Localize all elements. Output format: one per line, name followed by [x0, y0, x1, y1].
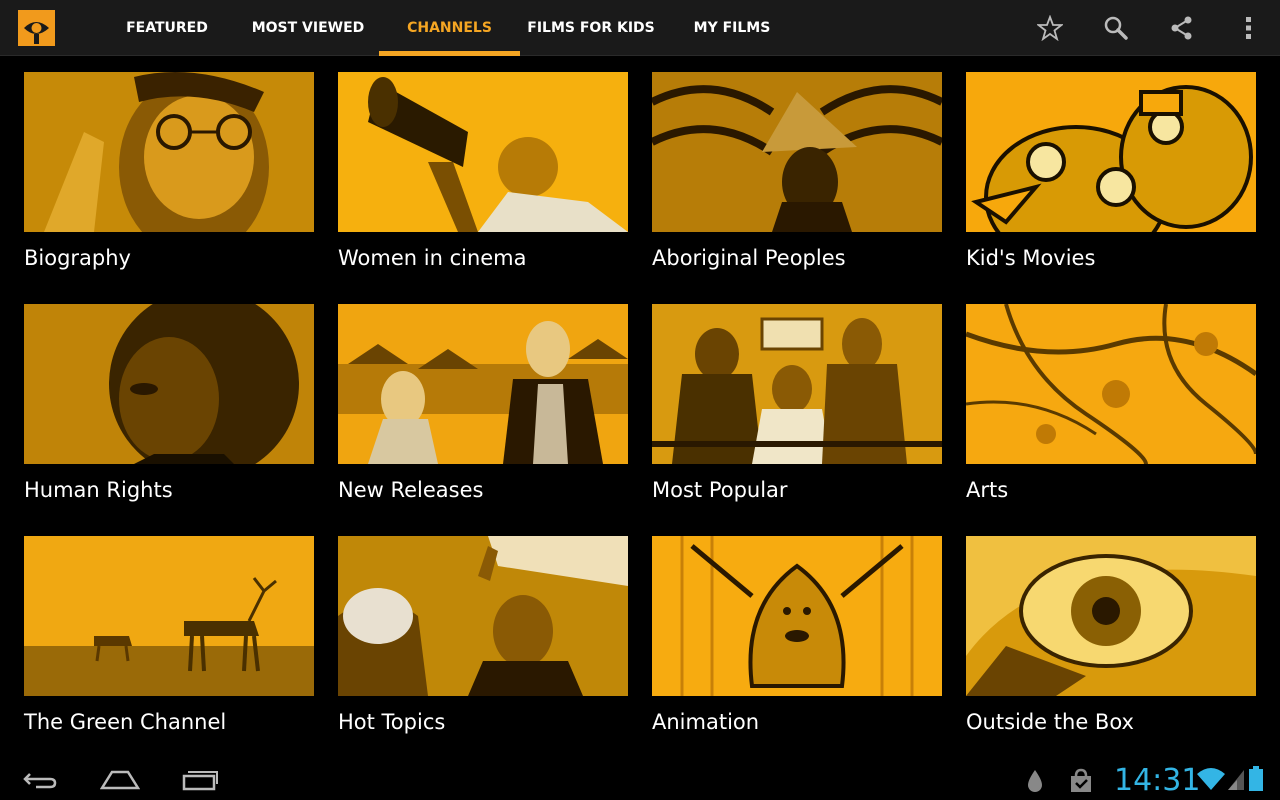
recent-apps-button[interactable]: [170, 764, 230, 796]
channel-thumbnail: [652, 536, 942, 696]
channel-tile-kids-movies[interactable]: Kid's Movies: [966, 56, 1256, 280]
channel-tile-most-popular[interactable]: Most Popular: [652, 288, 942, 512]
channel-title: The Green Channel: [24, 710, 227, 734]
channel-tile-hot-topics[interactable]: Hot Topics: [338, 520, 628, 744]
channel-tile-the-green-channel[interactable]: The Green Channel: [24, 520, 314, 744]
home-button[interactable]: [90, 764, 150, 796]
channel-tile-women-in-cinema[interactable]: Women in cinema: [338, 56, 628, 280]
channel-tile-animation[interactable]: Animation: [652, 520, 942, 744]
channel-thumbnail: [652, 72, 942, 232]
channel-title: Hot Topics: [338, 710, 446, 734]
channel-title: Animation: [652, 710, 760, 734]
channel-tile-outside-the-box[interactable]: Outside the Box: [966, 520, 1256, 744]
channel-title: Arts: [966, 478, 1009, 502]
channel-tile-biography[interactable]: Biography: [24, 56, 314, 280]
channel-tile-arts[interactable]: Arts: [966, 288, 1256, 512]
tab-most-viewed[interactable]: MOST VIEWED: [238, 0, 378, 56]
tab-channels[interactable]: CHANNELS: [379, 0, 520, 56]
status-clock: 14:31: [1114, 763, 1201, 798]
channel-title: Most Popular: [652, 478, 788, 502]
channel-tile-human-rights[interactable]: Human Rights: [24, 288, 314, 512]
channel-title: Outside the Box: [966, 710, 1134, 734]
tab-films-for-kids[interactable]: FILMS FOR KIDS: [522, 0, 660, 56]
overflow-menu-icon[interactable]: [1232, 12, 1264, 44]
search-icon[interactable]: [1100, 12, 1132, 44]
channel-title: Aboriginal Peoples: [652, 246, 846, 270]
channel-title: Human Rights: [24, 478, 173, 502]
app-logo-icon[interactable]: [18, 10, 55, 46]
channel-thumbnail: [338, 536, 628, 696]
channel-grid: Biography Women in cinema Aboriginal Peo…: [0, 56, 1280, 760]
signal-icon: [1226, 766, 1246, 796]
battery-icon: [1248, 765, 1264, 797]
channel-title: Biography: [24, 246, 131, 270]
share-icon[interactable]: [1166, 12, 1198, 44]
channel-thumbnail: [24, 72, 314, 232]
channel-tile-new-releases[interactable]: New Releases: [338, 288, 628, 512]
tab-featured[interactable]: FEATURED: [114, 0, 220, 56]
system-nav-bar: 14:31: [0, 760, 1280, 800]
channel-thumbnail: [24, 304, 314, 464]
channel-thumbnail: [338, 304, 628, 464]
channel-thumbnail: [652, 304, 942, 464]
channel-tile-aboriginal-peoples[interactable]: Aboriginal Peoples: [652, 56, 942, 280]
channel-title: Kid's Movies: [966, 246, 1096, 270]
channel-thumbnail: [24, 536, 314, 696]
action-bar: FEATURED MOST VIEWED CHANNELS FILMS FOR …: [0, 0, 1280, 56]
shopping-bag-icon[interactable]: [1068, 768, 1094, 798]
channel-thumbnail: [966, 536, 1256, 696]
channel-thumbnail: [966, 72, 1256, 232]
wifi-icon: [1196, 766, 1226, 796]
channel-title: New Releases: [338, 478, 484, 502]
channel-thumbnail: [338, 72, 628, 232]
channel-title: Women in cinema: [338, 246, 527, 270]
tab-my-films[interactable]: MY FILMS: [676, 0, 788, 56]
channel-thumbnail: [966, 304, 1256, 464]
notification-drop-icon[interactable]: [1024, 768, 1046, 798]
back-button[interactable]: [10, 764, 70, 796]
star-icon[interactable]: [1034, 12, 1066, 44]
